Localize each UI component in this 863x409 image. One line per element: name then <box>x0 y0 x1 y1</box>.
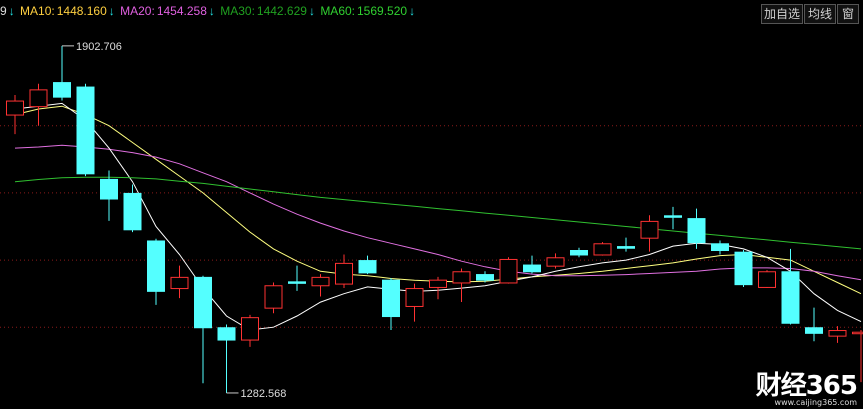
candle-body-down <box>687 218 706 244</box>
candle-body-up <box>311 276 330 287</box>
candle-body-down <box>805 327 823 334</box>
candle-body-up <box>335 262 353 285</box>
legend-ma60-value: 1569.520 <box>357 4 408 18</box>
candle-body-up <box>429 279 447 288</box>
candle-body-down <box>53 82 71 98</box>
candle-body-down <box>147 240 165 292</box>
candle-body-down <box>194 276 212 329</box>
candle-body-up <box>640 220 659 239</box>
candle-body-down <box>476 274 494 281</box>
candle-body-up <box>828 330 847 337</box>
candle-body-up <box>452 271 471 284</box>
low-price-label: 1282.568 <box>241 388 287 400</box>
candle-body-up <box>264 285 283 309</box>
candle-body-down <box>217 327 236 341</box>
watermark-logo: 财经365 <box>755 371 858 401</box>
legend-prefix: 9 <box>0 4 7 18</box>
candle-body-down <box>734 251 753 286</box>
candle-body-down <box>288 281 306 284</box>
legend-ma20-value: 1454.258 <box>156 4 207 18</box>
candle-body-up <box>593 243 612 256</box>
candle-body-up <box>852 331 863 335</box>
candle-body-down <box>617 246 635 249</box>
candle-body-down <box>382 279 400 318</box>
legend-ma10-label: MA10: <box>20 4 55 18</box>
candle-body-down <box>76 86 95 175</box>
candle-body-up <box>29 89 48 108</box>
ma-legend: 9 ↓ MA10: 1448.160 ↓ MA20: 1454.258 ↓ MA30: 14… <box>0 4 417 20</box>
candle-body-down <box>570 250 588 256</box>
candle-body-down <box>664 215 682 218</box>
legend-ma10-value: 1448.160 <box>56 4 107 18</box>
candle-body-down <box>523 264 541 273</box>
candle-body-down <box>358 260 377 274</box>
legend-ma60-arrow: ↓ <box>409 4 416 18</box>
ma-line-ma20 <box>14 144 862 281</box>
window-button[interactable]: 窗 <box>837 4 859 24</box>
legend-ma30-arrow: ↓ <box>308 4 315 18</box>
moving-average-button[interactable]: 均线 <box>804 4 836 24</box>
candlestick-chart[interactable]: 1902.706 1282.568 <box>0 0 863 409</box>
candle-body-down <box>100 178 118 200</box>
candle-body-up <box>758 271 776 288</box>
legend-ma10-arrow: ↓ <box>108 4 115 18</box>
legend-ma30-label: MA30: <box>220 4 255 18</box>
candle-body-down <box>711 243 729 252</box>
watermark: 财经365 www.caijing365.com <box>755 365 858 407</box>
candle-body-up <box>405 288 424 307</box>
candle-body-up <box>546 257 565 267</box>
legend-ma20-label: MA20: <box>120 4 155 18</box>
legend-prefix-arrow: ↓ <box>8 4 15 18</box>
candle-body-up <box>170 276 189 290</box>
legend-ma60-label: MA60: <box>320 4 355 18</box>
candle-body-up <box>241 317 259 341</box>
candle-body-down <box>123 192 142 231</box>
candle-body-up <box>6 100 24 116</box>
candle-body-up <box>499 258 518 284</box>
legend-ma20-arrow: ↓ <box>208 4 215 18</box>
ma-line-ma60 <box>14 176 862 250</box>
high-price-label: 1902.706 <box>76 41 122 53</box>
legend-ma30-value: 1442.629 <box>256 4 307 18</box>
candle-body-down <box>781 271 800 324</box>
add-to-watchlist-button[interactable]: 加自选 <box>761 4 803 24</box>
